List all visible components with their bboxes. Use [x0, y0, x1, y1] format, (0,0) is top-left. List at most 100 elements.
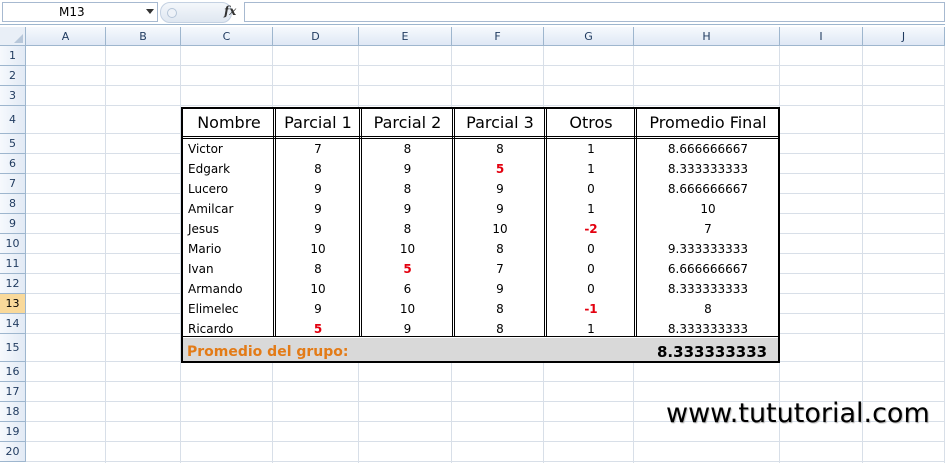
grade-cell[interactable]: 10 [454, 219, 546, 239]
formula-toggle[interactable] [160, 2, 232, 23]
row-header-10[interactable]: 10 [0, 234, 26, 254]
grade-cell[interactable]: -1 [546, 299, 636, 319]
grade-cell[interactable]: 8 [454, 139, 546, 159]
grade-cell[interactable]: 9 [275, 219, 361, 239]
row-header-3[interactable]: 3 [0, 86, 26, 106]
column-header-j[interactable]: J [863, 27, 945, 46]
grade-cell[interactable]: 7 [275, 139, 361, 159]
formula-input[interactable] [244, 2, 945, 22]
row-header-18[interactable]: 18 [0, 402, 26, 422]
column-header-c[interactable]: C [181, 27, 273, 46]
grade-cell[interactable]: 9 [454, 179, 546, 199]
grade-cell[interactable]: 8 [361, 219, 454, 239]
grade-cell[interactable]: 8.333333333 [636, 159, 780, 179]
grid-row-line [26, 85, 945, 86]
grade-cell[interactable]: 6 [361, 279, 454, 299]
row-header-5[interactable]: 5 [0, 134, 26, 154]
grade-cell[interactable]: 0 [546, 279, 636, 299]
row-header-1[interactable]: 1 [0, 46, 26, 66]
column-header-f[interactable]: F [452, 27, 544, 46]
column-header-d[interactable]: D [273, 27, 359, 46]
grade-cell[interactable]: 9 [275, 199, 361, 219]
grade-cell[interactable]: 9 [454, 199, 546, 219]
column-title-4[interactable]: Parcial 3 [454, 109, 546, 137]
student-name[interactable]: Armando [188, 279, 275, 299]
grade-cell[interactable]: 6.666666667 [636, 259, 780, 279]
grade-cell[interactable]: 8 [454, 299, 546, 319]
grade-cell[interactable]: -2 [546, 219, 636, 239]
grade-cell[interactable]: 0 [546, 239, 636, 259]
select-all-button[interactable] [0, 27, 26, 46]
name-box[interactable]: M13 [2, 2, 158, 22]
grade-cell[interactable]: 0 [546, 179, 636, 199]
grade-cell[interactable]: 5 [454, 159, 546, 179]
grade-cell[interactable]: 8.666666667 [636, 179, 780, 199]
row-header-12[interactable]: 12 [0, 274, 26, 294]
grade-cell[interactable]: 9 [275, 179, 361, 199]
grade-cell[interactable]: 5 [361, 259, 454, 279]
grade-cell[interactable]: 0 [546, 259, 636, 279]
column-title-6[interactable]: Promedio Final [636, 109, 780, 137]
column-title-3[interactable]: Parcial 2 [361, 109, 454, 137]
grade-cell[interactable]: 9 [361, 199, 454, 219]
chevron-down-icon[interactable] [146, 9, 154, 14]
row-header-11[interactable]: 11 [0, 254, 26, 274]
group-average-row[interactable]: Promedio del grupo: 8.333333333 [183, 338, 778, 361]
insert-function-icon[interactable]: fx [224, 4, 236, 18]
grade-cell[interactable]: 10 [275, 279, 361, 299]
grade-cell[interactable]: 10 [636, 199, 780, 219]
column-header-g[interactable]: G [544, 27, 634, 46]
grade-cell[interactable]: 7 [454, 259, 546, 279]
column-header-b[interactable]: B [106, 27, 181, 46]
student-name[interactable]: Ivan [188, 259, 275, 279]
row-header-8[interactable]: 8 [0, 194, 26, 214]
row-header-20[interactable]: 20 [0, 442, 26, 462]
row-header-9[interactable]: 9 [0, 214, 26, 234]
grade-cell[interactable]: 8 [275, 159, 361, 179]
grade-cell[interactable]: 9.333333333 [636, 239, 780, 259]
grade-cell[interactable]: 9 [275, 299, 361, 319]
row-header-17[interactable]: 17 [0, 382, 26, 402]
grade-cell[interactable]: 10 [361, 299, 454, 319]
grid-row-line [26, 441, 945, 442]
row-header-14[interactable]: 14 [0, 314, 26, 334]
grade-cell[interactable]: 10 [361, 239, 454, 259]
grade-cell[interactable]: 8 [275, 259, 361, 279]
grade-cell[interactable]: 1 [546, 199, 636, 219]
column-header-i[interactable]: I [780, 27, 863, 46]
row-header-13[interactable]: 13 [0, 294, 26, 314]
grade-cell[interactable]: 8 [454, 239, 546, 259]
grade-cell[interactable]: 8.666666667 [636, 139, 780, 159]
column-header-a[interactable]: A [26, 27, 106, 46]
student-name[interactable]: Lucero [188, 179, 275, 199]
grade-cell[interactable]: 9 [361, 159, 454, 179]
student-name[interactable]: Amilcar [188, 199, 275, 219]
row-header-2[interactable]: 2 [0, 66, 26, 86]
row-header-15[interactable]: 15 [0, 334, 26, 362]
row-header-7[interactable]: 7 [0, 174, 26, 194]
row-header-19[interactable]: 19 [0, 422, 26, 442]
column-title-2[interactable]: Parcial 1 [275, 109, 361, 137]
student-name[interactable]: Mario [188, 239, 275, 259]
grade-cell[interactable]: 8 [636, 299, 780, 319]
grade-cell[interactable]: 1 [546, 159, 636, 179]
grade-cell[interactable]: 8 [361, 179, 454, 199]
student-name[interactable]: Jesus [188, 219, 275, 239]
column-header-e[interactable]: E [359, 27, 452, 46]
grade-cell[interactable]: 1 [546, 139, 636, 159]
column-title-5[interactable]: Otros [546, 109, 636, 137]
grade-cell[interactable]: 8 [361, 139, 454, 159]
row-header-6[interactable]: 6 [0, 154, 26, 174]
grade-cell[interactable]: 8.333333333 [636, 279, 780, 299]
column-header-h[interactable]: H [634, 27, 780, 46]
student-name[interactable]: Elimelec [188, 299, 275, 319]
grade-cell[interactable]: 10 [275, 239, 361, 259]
student-name[interactable]: Edgark [188, 159, 275, 179]
grade-cell[interactable]: 7 [636, 219, 780, 239]
row-header-16[interactable]: 16 [0, 362, 26, 382]
row-header-4[interactable]: 4 [0, 106, 26, 134]
student-name[interactable]: Victor [188, 139, 275, 159]
grade-cell[interactable]: 9 [454, 279, 546, 299]
column-separator [359, 109, 362, 337]
column-title-1[interactable]: Nombre [183, 109, 275, 137]
